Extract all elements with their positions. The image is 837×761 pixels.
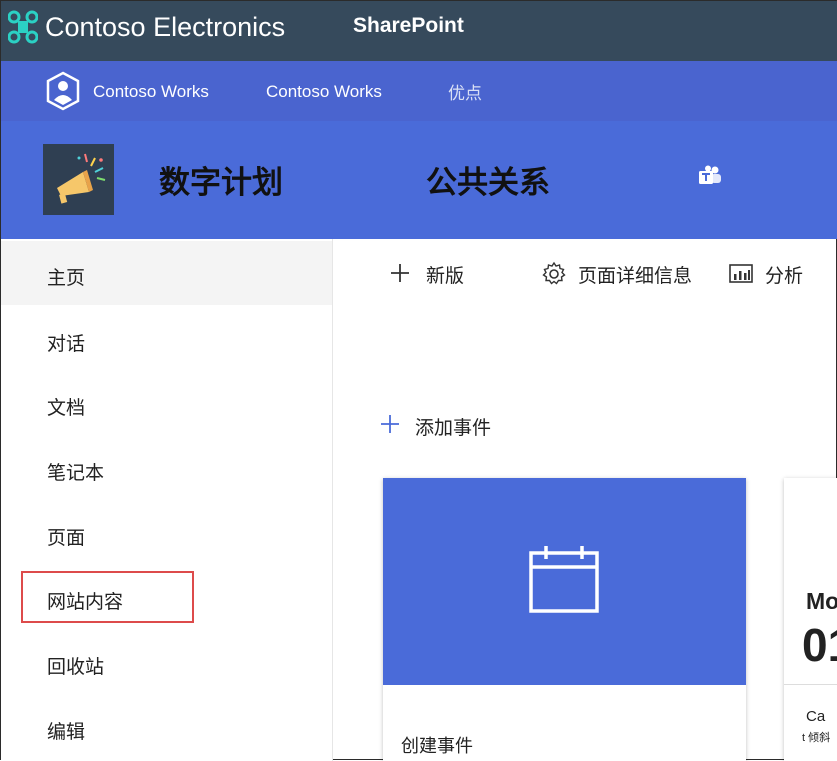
nav-item-home[interactable]: 主页	[1, 241, 332, 305]
nav-item-label: 页面	[47, 528, 86, 549]
event-day: 01	[802, 619, 837, 671]
card-banner	[383, 478, 746, 685]
app-launcher-icon[interactable]	[8, 10, 38, 44]
site-logo[interactable]	[43, 144, 114, 215]
calendar-icon	[529, 546, 599, 613]
megaphone-icon	[57, 153, 106, 204]
nav-item-site-contents[interactable]: 网站内容	[1, 565, 332, 629]
event-subtitle: t 倾斜	[802, 732, 831, 744]
analytics-icon	[729, 264, 753, 283]
event-card[interactable]: Mo 01 Ca t 倾斜	[784, 478, 837, 761]
nav-item-label: 笔记本	[47, 463, 105, 484]
nav-item-label: 对话	[47, 334, 86, 355]
suite-bar: Contoso Electronics SharePoint	[1, 1, 837, 61]
nav-item-notebook[interactable]: 笔记本	[1, 436, 332, 500]
nav-item-pages[interactable]: 页面	[1, 501, 332, 565]
create-event-label: 创建事件	[401, 736, 473, 756]
analytics-label: 分析	[765, 266, 804, 287]
hub-link-contoso-works-1[interactable]: Contoso Works	[93, 82, 209, 102]
nav-item-label: 主页	[47, 268, 86, 289]
hub-link-highlights[interactable]: 优点	[448, 79, 482, 104]
nav-item-recycle-bin[interactable]: 回收站	[1, 630, 332, 694]
nav-item-label: 编辑	[47, 722, 86, 743]
nav-item-conversations[interactable]: 对话	[1, 307, 332, 371]
nav-item-label: 回收站	[47, 657, 105, 678]
hub-link-contoso-works-2[interactable]: Contoso Works	[266, 82, 382, 102]
create-event-card[interactable]: 创建事件	[383, 478, 746, 761]
plus-icon	[381, 415, 399, 433]
card-divider	[784, 684, 837, 685]
analytics-button[interactable]: 分析	[728, 259, 818, 289]
department-title: 公共关系	[426, 165, 550, 200]
sharepoint-link[interactable]: SharePoint	[353, 14, 464, 38]
new-button[interactable]: 新版	[389, 259, 479, 289]
page-details-button[interactable]: 页面详细信息	[541, 259, 711, 289]
add-event-label: 添加事件	[415, 418, 492, 439]
hub-logo-icon[interactable]	[45, 71, 81, 111]
teams-icon[interactable]	[697, 164, 723, 188]
nav-item-label: 文档	[47, 398, 86, 419]
plus-icon	[391, 264, 409, 282]
gear-icon	[542, 261, 566, 285]
new-button-label: 新版	[426, 266, 465, 287]
nav-item-edit[interactable]: 编辑	[1, 695, 332, 759]
nav-item-documents[interactable]: 文档	[1, 371, 332, 435]
event-month: Mo	[806, 588, 837, 614]
site-title[interactable]: 数字计划	[159, 157, 283, 202]
event-category: Ca	[806, 708, 826, 725]
org-name[interactable]: Contoso Electronics	[45, 12, 285, 43]
page-details-label: 页面详细信息	[578, 266, 693, 287]
nav-item-label: 网站内容	[47, 592, 124, 613]
left-nav: 主页 对话 文档 笔记本 页面 网站内容 回收站 编辑	[1, 239, 333, 761]
